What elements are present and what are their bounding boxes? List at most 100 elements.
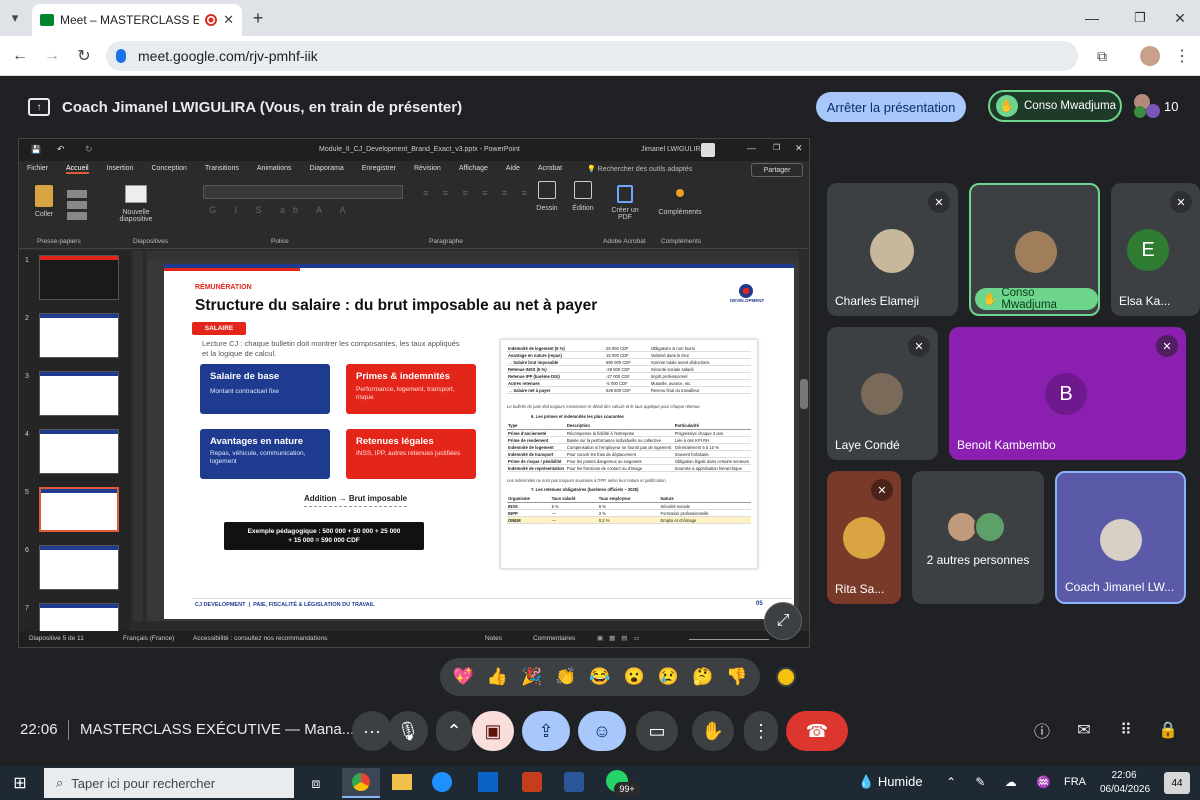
ribbon-tab[interactable]: Fichier — [27, 165, 48, 174]
outlook-icon[interactable] — [478, 772, 498, 792]
microphone-icon[interactable]: 🎙 — [388, 711, 428, 751]
forward-icon[interactable]: → — [40, 44, 64, 68]
view-buttons[interactable]: ▣▦▤▭ — [597, 634, 657, 644]
tab-search-icon[interactable]: ▾ — [4, 8, 26, 28]
slide-thumbnail[interactable] — [39, 487, 119, 532]
redo-icon[interactable]: ↻ — [85, 144, 93, 155]
new-slide-button[interactable]: Nouvelle diapositive — [113, 185, 159, 223]
slide-thumbnail[interactable] — [39, 371, 119, 416]
ribbon-tab[interactable]: Transitions — [205, 165, 239, 174]
weather-widget[interactable]: 💧 Humide — [858, 774, 923, 790]
notification-badge[interactable]: 44 — [1164, 772, 1190, 794]
cut-copy-icons[interactable] — [67, 187, 87, 227]
reaction-emoji[interactable]: 👏 — [555, 667, 576, 687]
participant-tile[interactable]: B ✕ Benoit Kambembo — [949, 327, 1186, 460]
extensions-icon[interactable]: ⧉ — [1090, 44, 1114, 68]
ribbon-tab[interactable]: Acrobat — [538, 165, 562, 174]
ribbon-search[interactable]: 💡 Rechercher des outils adaptés — [587, 165, 692, 173]
zoom-slider[interactable] — [689, 639, 769, 640]
participant-tile[interactable]: ✕ Charles Elameji — [827, 183, 958, 316]
paste-button[interactable]: Coller — [29, 185, 59, 218]
chrome-taskbar-icon[interactable] — [342, 768, 380, 798]
slide-thumbnail[interactable] — [39, 429, 119, 474]
ribbon-tab[interactable]: Aide — [506, 165, 520, 174]
new-tab-button[interactable]: + — [246, 6, 270, 30]
profile-avatar[interactable] — [1140, 46, 1160, 66]
powerpoint-taskbar-icon[interactable] — [522, 772, 542, 792]
self-tile[interactable]: Coach Jimanel LW... — [1055, 471, 1186, 604]
chat-icon[interactable]: ✉ — [1072, 718, 1096, 742]
leave-call-icon[interactable]: ☎ — [786, 711, 848, 751]
menu-kebab-icon[interactable]: ⋮ — [1170, 44, 1194, 68]
reaction-emoji[interactable]: 👎 — [726, 667, 747, 687]
reaction-emoji[interactable]: 🎉 — [521, 667, 542, 687]
save-icon[interactable]: 💾 — [31, 145, 41, 154]
ribbon-tab[interactable]: Animations — [257, 165, 292, 174]
skin-tone-picker[interactable] — [776, 667, 796, 687]
task-view-icon[interactable]: ⧈ — [304, 772, 328, 794]
reaction-emoji[interactable]: 😂 — [589, 667, 610, 687]
language-indicator[interactable]: FRA — [1064, 776, 1086, 788]
participant-tile[interactable]: E ✕ Elsa Ka... — [1111, 183, 1200, 316]
info-icon[interactable]: ⓘ — [1030, 718, 1054, 742]
reaction-emoji[interactable]: 😮 — [624, 667, 645, 687]
camera-options-icon[interactable]: ⌃ — [436, 711, 472, 751]
slide-thumbnail[interactable] — [39, 313, 119, 358]
ribbon-tab[interactable]: Affichage — [459, 165, 488, 174]
emoji-icon[interactable]: ☺ — [578, 711, 626, 751]
slide-thumbnail[interactable] — [39, 255, 119, 300]
vertical-scrollbar[interactable] — [799, 259, 809, 621]
host-controls-icon[interactable]: 🔒 — [1156, 718, 1180, 742]
undo-icon[interactable]: ↶ — [57, 144, 65, 155]
ribbon-tab[interactable]: Diaporama — [310, 165, 344, 174]
ribbon-tab[interactable]: Enregistrer — [362, 165, 396, 174]
addins-button[interactable]: Compléments — [655, 185, 705, 216]
camera-off-icon[interactable]: ▣ — [472, 711, 514, 751]
slide-thumbnail[interactable] — [39, 545, 119, 590]
close-window-icon[interactable]: ✕ — [1168, 6, 1192, 30]
design-button[interactable]: Dessin — [531, 181, 563, 212]
status-language[interactable]: Français (France) — [123, 635, 174, 642]
reaction-emoji[interactable]: 😢 — [658, 667, 679, 687]
notes-button[interactable]: Notes — [485, 635, 502, 642]
ribbon-tab[interactable]: Conception — [151, 165, 186, 174]
activities-icon[interactable]: ⠿ — [1114, 718, 1138, 742]
minimize-icon[interactable]: — — [1080, 6, 1104, 30]
ribbon-tab[interactable]: Révision — [414, 165, 441, 174]
taskbar-search[interactable]: ⌕ Taper ici pour rechercher — [44, 768, 294, 798]
edge-icon[interactable] — [432, 772, 452, 792]
reaction-emoji[interactable]: 💖 — [453, 667, 474, 687]
raise-hand-icon[interactable]: ✋ — [692, 711, 734, 751]
powerpoint-window[interactable]: 💾 ↶ ↻ Module_II_CJ_Development_Brand_Exa… — [18, 138, 810, 648]
font-format-buttons[interactable]: G I S ab A A — [209, 205, 399, 233]
participant-tile[interactable]: ✕ Rita Sa... — [827, 471, 901, 604]
browser-tab[interactable]: Meet – MASTERCLASS EXÉC ✕ — [32, 4, 242, 36]
tray-icons[interactable]: ⌃ ✎ ☁ ♒ — [946, 775, 1059, 789]
reaction-emoji[interactable]: 🤔 — [692, 667, 713, 687]
expand-screen-icon[interactable]: ⤢ — [764, 602, 802, 640]
stop-presenting-button[interactable]: Arrêter la présentation — [816, 92, 966, 122]
reaction-emoji[interactable]: 👍 — [487, 667, 508, 687]
others-tile[interactable]: 2 autres personnes — [912, 471, 1044, 604]
captions-icon[interactable]: ▭ — [636, 711, 678, 751]
windows-start-icon[interactable]: ⊞ — [8, 772, 32, 794]
restore-icon[interactable]: ❐ — [1128, 6, 1152, 30]
ppt-restore-icon[interactable]: ❐ — [773, 143, 780, 152]
ppt-close-icon[interactable]: ✕ — [795, 143, 803, 154]
ppt-minimize-icon[interactable]: — — [747, 143, 756, 153]
address-bar[interactable]: meet.google.com/rjv-pmhf-iik — [106, 41, 1078, 71]
ribbon-tab[interactable]: Insertion — [107, 165, 134, 174]
file-explorer-icon[interactable] — [392, 774, 412, 790]
edit-button[interactable]: Édition — [567, 181, 599, 212]
font-family-select[interactable] — [203, 185, 403, 199]
paragraph-buttons[interactable]: ≡ ≡ ≡ ≡ ≡ ≡ — [423, 185, 533, 231]
close-tab-icon[interactable]: ✕ — [223, 12, 234, 28]
status-accessibility[interactable]: Accessibilité : consultez nos recommanda… — [193, 635, 327, 642]
comments-button[interactable]: Commentaires — [533, 635, 575, 642]
more-options-icon[interactable]: ··· — [352, 711, 392, 751]
create-pdf-button[interactable]: Créer un PDF — [609, 185, 641, 221]
participant-tile[interactable]: ✋ Conso Mwadjuma — [969, 183, 1100, 316]
taskbar-clock[interactable]: 22:06 06/04/2026 — [1100, 769, 1150, 797]
share-button[interactable]: Partager — [751, 163, 803, 177]
word-icon[interactable] — [564, 772, 584, 792]
